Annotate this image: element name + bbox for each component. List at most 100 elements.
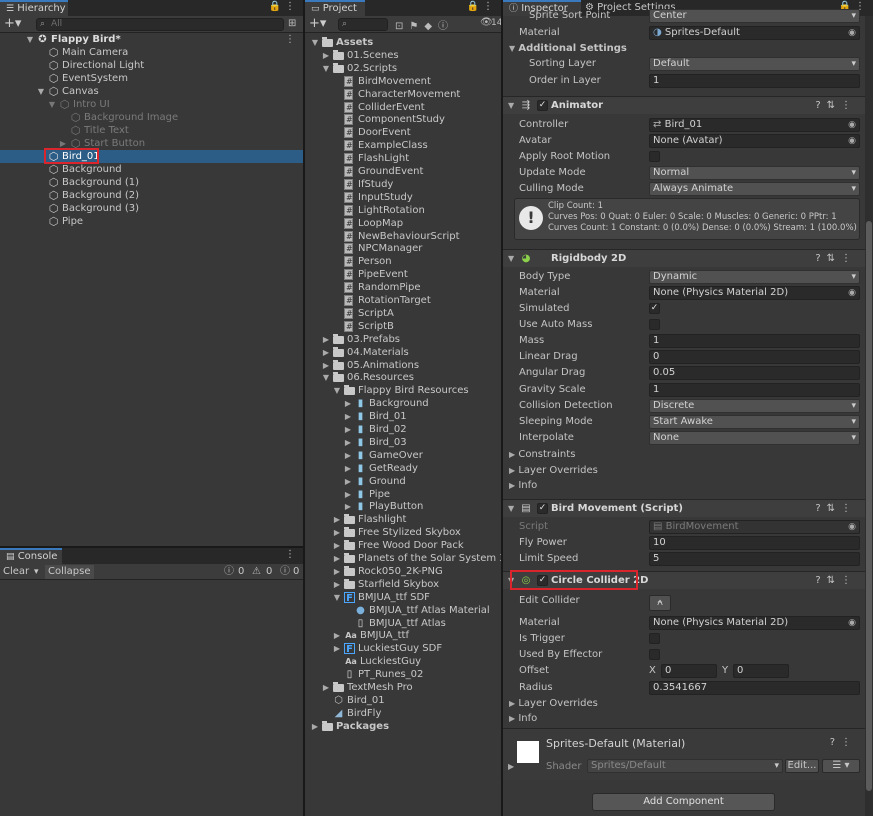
tab-hierarchy[interactable]: ☰ Hierarchy xyxy=(0,0,68,16)
update-mode-dropdown[interactable]: Normal xyxy=(649,166,860,180)
project-item[interactable]: ▶ TextMesh Pro xyxy=(305,681,501,694)
project-item[interactable]: ⬡ Bird_01 xyxy=(305,694,501,707)
foldout-arrow-icon[interactable]: ▶ xyxy=(322,49,330,62)
foldout-arrow-icon[interactable]: ▶ xyxy=(344,423,352,436)
rb-info-foldout[interactable]: ▶ Info xyxy=(509,478,537,494)
scene-foldout-icon[interactable]: ▼ xyxy=(26,33,34,46)
mass-field[interactable]: 1 xyxy=(649,334,860,348)
body-type-dropdown[interactable]: Dynamic xyxy=(649,270,860,284)
hierarchy-item[interactable]: ▼ ⬡ Canvas xyxy=(0,85,303,98)
inspector-scrollbar[interactable] xyxy=(865,16,873,816)
foldout-arrow-icon[interactable]: ▼ xyxy=(333,591,341,604)
project-item[interactable]: ▶ ▮ Bird_02 xyxy=(305,423,501,436)
clear-dropdown-icon[interactable]: ▾ xyxy=(34,564,39,580)
foldout-arrow-icon[interactable]: ▶ xyxy=(333,539,341,552)
project-item[interactable]: NewBehaviourScript xyxy=(305,230,501,243)
tab-project[interactable]: ▭ Project xyxy=(305,0,365,16)
avatar-field[interactable]: None (Avatar) xyxy=(649,134,860,148)
apply-root-motion-checkbox[interactable] xyxy=(649,151,660,162)
project-item[interactable]: DoorEvent xyxy=(305,126,501,139)
error-count-icon[interactable]: ⓘ xyxy=(280,564,290,580)
project-filter-icons[interactable]: ⊡⚑◆ⓘ xyxy=(395,17,454,32)
project-item[interactable]: ▶ Starfield Skybox xyxy=(305,578,501,591)
project-item[interactable]: ▶ Planets of the Solar System 3D xyxy=(305,552,501,565)
foldout-arrow-icon[interactable]: ▶ xyxy=(322,333,330,346)
project-item[interactable]: ▶ Free Stylized Skybox xyxy=(305,526,501,539)
used-by-effector-checkbox[interactable] xyxy=(649,649,660,660)
sprite-sort-point-dropdown[interactable]: Center xyxy=(649,9,860,23)
circle-collider-tool-icons[interactable]: ?⇅⋮ xyxy=(815,572,857,590)
animator-tool-icons[interactable]: ?⇅⋮ xyxy=(815,97,857,115)
project-menu-icons[interactable]: 🔒⋮ xyxy=(467,1,497,12)
foldout-arrow-icon[interactable]: ▶ xyxy=(322,346,330,359)
project-item[interactable]: ▼ 06.Resources xyxy=(305,371,501,384)
hierarchy-item[interactable]: ⬡ Directional Light xyxy=(0,59,303,72)
order-in-layer-field[interactable]: 1 xyxy=(649,74,860,88)
radius-field[interactable]: 0.3541667 xyxy=(649,681,860,695)
rigidbody2d-foldout-icon[interactable]: ▼ xyxy=(508,250,514,268)
canvas-foldout-icon[interactable]: ▼ xyxy=(37,85,45,98)
intro-ui-foldout-icon[interactable]: ▼ xyxy=(48,98,56,111)
project-item[interactable]: InputStudy xyxy=(305,191,501,204)
shader-dropdown[interactable]: Sprites/Default xyxy=(587,759,783,773)
warning-count-icon[interactable]: ⚠ xyxy=(252,564,261,580)
hierarchy-item[interactable]: ⬡ Background xyxy=(0,163,303,176)
foldout-arrow-icon[interactable]: ▶ xyxy=(311,720,319,733)
foldout-arrow-icon[interactable]: ▶ xyxy=(344,436,352,449)
foldout-arrow-icon[interactable]: ▶ xyxy=(333,629,341,642)
project-item[interactable]: ComponentStudy xyxy=(305,113,501,126)
hierarchy-item[interactable]: ⬡ Title Text xyxy=(0,124,303,137)
project-item[interactable]: LightRotation xyxy=(305,204,501,217)
project-item[interactable]: ▶ Aa BMJUA_ttf xyxy=(305,629,501,642)
foldout-arrow-icon[interactable]: ▶ xyxy=(344,488,352,501)
gravity-scale-field[interactable]: 1 xyxy=(649,383,860,397)
project-item[interactable]: ExampleClass xyxy=(305,139,501,152)
hierarchy-item[interactable]: ⬡ Background Image xyxy=(0,111,303,124)
scene-row[interactable]: ▼ ✪ Flappy Bird* ⋮ xyxy=(0,33,303,46)
material-foldout-icon[interactable]: ▶ xyxy=(508,762,514,771)
simulated-checkbox[interactable]: ✓ xyxy=(649,303,660,314)
project-item[interactable]: ▶ ▮ GameOver xyxy=(305,449,501,462)
edit-collider-button[interactable]: ⍲ xyxy=(649,595,671,611)
constraints-foldout[interactable]: ▶ Constraints xyxy=(509,447,575,463)
foldout-arrow-icon[interactable]: ▶ xyxy=(333,513,341,526)
search-scene-icon[interactable]: ⊞ xyxy=(288,18,296,29)
shader-options-button[interactable]: ☰ ▾ xyxy=(822,759,860,773)
interpolate-dropdown[interactable]: None xyxy=(649,431,860,445)
project-search-input[interactable]: ⌕ xyxy=(338,18,388,31)
project-item[interactable]: ▶ ▮ Bird_01 xyxy=(305,410,501,423)
rb-material-field[interactable]: None (Physics Material 2D) xyxy=(649,286,860,300)
project-item[interactable]: ▶ 01.Scenes xyxy=(305,49,501,62)
project-item[interactable]: CharacterMovement xyxy=(305,88,501,101)
project-item[interactable]: ▯ BMJUA_ttf Atlas xyxy=(305,617,501,630)
project-item[interactable]: RotationTarget xyxy=(305,294,501,307)
clear-button[interactable]: Clear xyxy=(3,564,29,580)
console-menu-icon[interactable]: ⋮ xyxy=(285,549,299,560)
shader-edit-button[interactable]: Edit... xyxy=(785,759,819,773)
project-item[interactable]: ▶ 04.Materials xyxy=(305,346,501,359)
project-item[interactable]: ▶ Rock050_2K-PNG xyxy=(305,565,501,578)
angular-drag-field[interactable]: 0.05 xyxy=(649,366,860,380)
project-item[interactable]: ▶ ▮ Pipe xyxy=(305,488,501,501)
sorting-layer-dropdown[interactable]: Default xyxy=(649,57,860,71)
hierarchy-item[interactable]: ⬡ Background (1) xyxy=(0,176,303,189)
project-item[interactable]: ▶ 05.Animations xyxy=(305,359,501,372)
foldout-arrow-icon[interactable]: ▶ xyxy=(344,475,352,488)
rigidbody2d-header[interactable]: ▼ ◕ Rigidbody 2D ?⇅⋮ xyxy=(503,249,865,267)
project-item[interactable]: ▶ ▮ Bird_03 xyxy=(305,436,501,449)
sprite-material-field[interactable]: ◑ Sprites-Default xyxy=(649,26,860,40)
project-item[interactable]: ▼ F BMJUA_ttf SDF xyxy=(305,591,501,604)
project-item[interactable]: ▶ 03.Prefabs xyxy=(305,333,501,346)
project-item[interactable]: ScriptA xyxy=(305,307,501,320)
project-item[interactable]: ▼ Assets xyxy=(305,36,501,49)
offset-x-field[interactable]: 0 xyxy=(661,664,717,678)
fly-power-field[interactable]: 10 xyxy=(649,536,860,550)
project-item[interactable]: ▶ ▮ GetReady xyxy=(305,462,501,475)
project-item[interactable]: FlashLight xyxy=(305,152,501,165)
project-item[interactable]: LoopMap xyxy=(305,217,501,230)
scene-menu-icon[interactable]: ⋮ xyxy=(285,33,295,46)
linear-drag-field[interactable]: 0 xyxy=(649,350,860,364)
additional-settings-foldout[interactable]: ▼ Additional Settings xyxy=(509,41,627,57)
foldout-arrow-icon[interactable]: ▶ xyxy=(344,462,352,475)
project-item[interactable]: RandomPipe xyxy=(305,281,501,294)
